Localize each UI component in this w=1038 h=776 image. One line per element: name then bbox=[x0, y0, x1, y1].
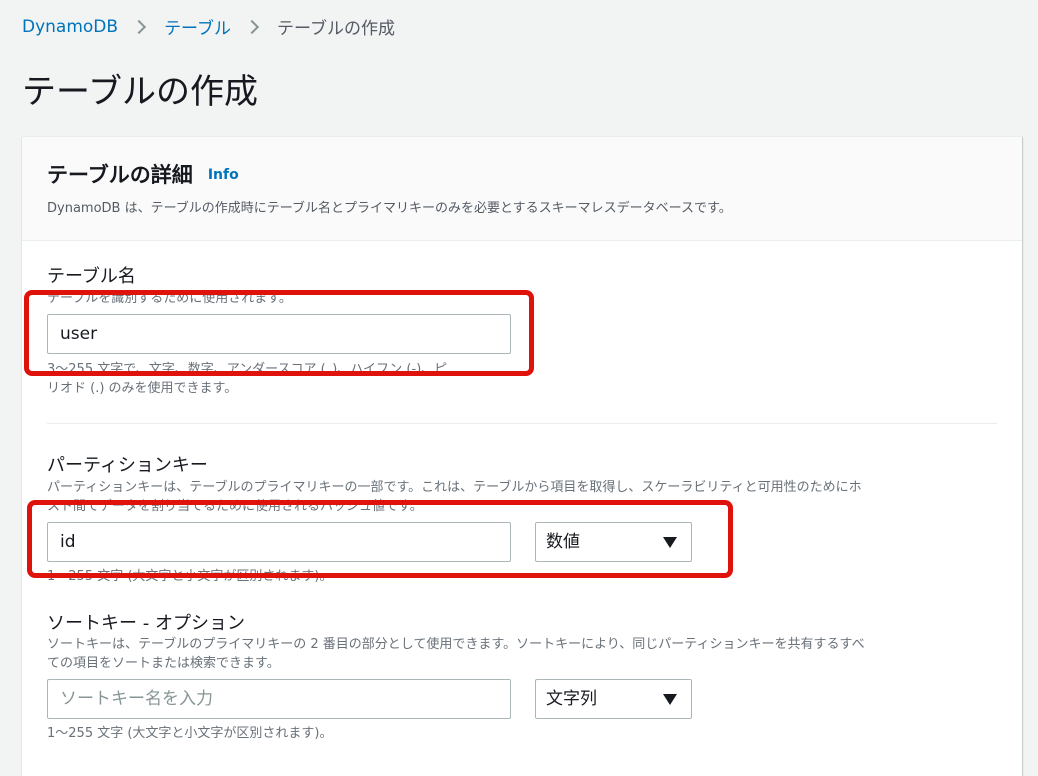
table-name-label: テーブル名 bbox=[47, 266, 136, 287]
sort-key-description-line1: ソートキーは、テーブルのプライマリキーの 2 番目の部分として使用できます。ソー… bbox=[47, 637, 865, 652]
breadcrumb: DynamoDB テーブル テーブルの作成 bbox=[22, 14, 396, 40]
sort-key-description-line2: ての項目をソートまたは検索できます。 bbox=[47, 656, 280, 671]
sort-key-constraint: 1～255 文字 (大文字と小文字が区別されます)。 bbox=[47, 726, 333, 741]
panel-description: DynamoDB は、テーブルの作成時にテーブル名とプライマリキーのみを必要とす… bbox=[47, 201, 732, 216]
breadcrumb-tables-link[interactable]: テーブル bbox=[164, 14, 231, 39]
partition-key-type-select[interactable]: 数値 bbox=[535, 522, 692, 562]
partition-key-label: パーティションキー bbox=[47, 455, 208, 476]
section-divider bbox=[47, 423, 997, 424]
chevron-right-icon bbox=[244, 19, 260, 34]
partition-key-description-line1: パーティションキーは、テーブルのプライマリキーの一部です。これは、テーブルから項… bbox=[47, 480, 862, 495]
page-title: テーブルの作成 bbox=[22, 72, 258, 112]
partition-key-description-line2: スト間でデータを割り当てるために使用されるハッシュ値です。 bbox=[47, 499, 423, 514]
info-link[interactable]: Info bbox=[208, 167, 239, 183]
table-name-input[interactable]: user bbox=[47, 314, 511, 354]
panel-header: テーブルの詳細 Info DynamoDB は、テーブルの作成時にテーブル名とプ… bbox=[22, 137, 1022, 241]
sort-key-label: ソートキー - オプション bbox=[47, 613, 245, 634]
caret-down-icon bbox=[663, 537, 677, 548]
partition-key-constraint: 1～255 文字 (大文字と小文字が区別されます)。 bbox=[47, 569, 333, 584]
breadcrumb-current: テーブルの作成 bbox=[277, 19, 396, 39]
sort-key-input[interactable]: ソートキー名を入力 bbox=[47, 679, 511, 719]
caret-down-icon bbox=[663, 694, 677, 705]
table-name-constraint-line1: 3～255 文字で、文字、数字、アンダースコア (_)、ハイフン (-)、ピ bbox=[47, 362, 448, 377]
partition-key-type-value: 数値 bbox=[546, 532, 580, 552]
table-details-panel: テーブルの詳細 Info DynamoDB は、テーブルの作成時にテーブル名とプ… bbox=[22, 136, 1022, 776]
chevron-right-icon bbox=[131, 19, 147, 34]
sort-key-type-select[interactable]: 文字列 bbox=[535, 679, 692, 719]
table-name-description: テーブルを識別するために使用されます。 bbox=[47, 291, 292, 306]
partition-key-input[interactable]: id bbox=[47, 522, 511, 562]
breadcrumb-dynamodb-link[interactable]: DynamoDB bbox=[22, 17, 118, 37]
sort-key-type-value: 文字列 bbox=[546, 689, 597, 709]
panel-title: テーブルの詳細 bbox=[47, 163, 193, 187]
table-name-constraint-line2: リオド (.) のみを使用できます。 bbox=[47, 381, 238, 396]
